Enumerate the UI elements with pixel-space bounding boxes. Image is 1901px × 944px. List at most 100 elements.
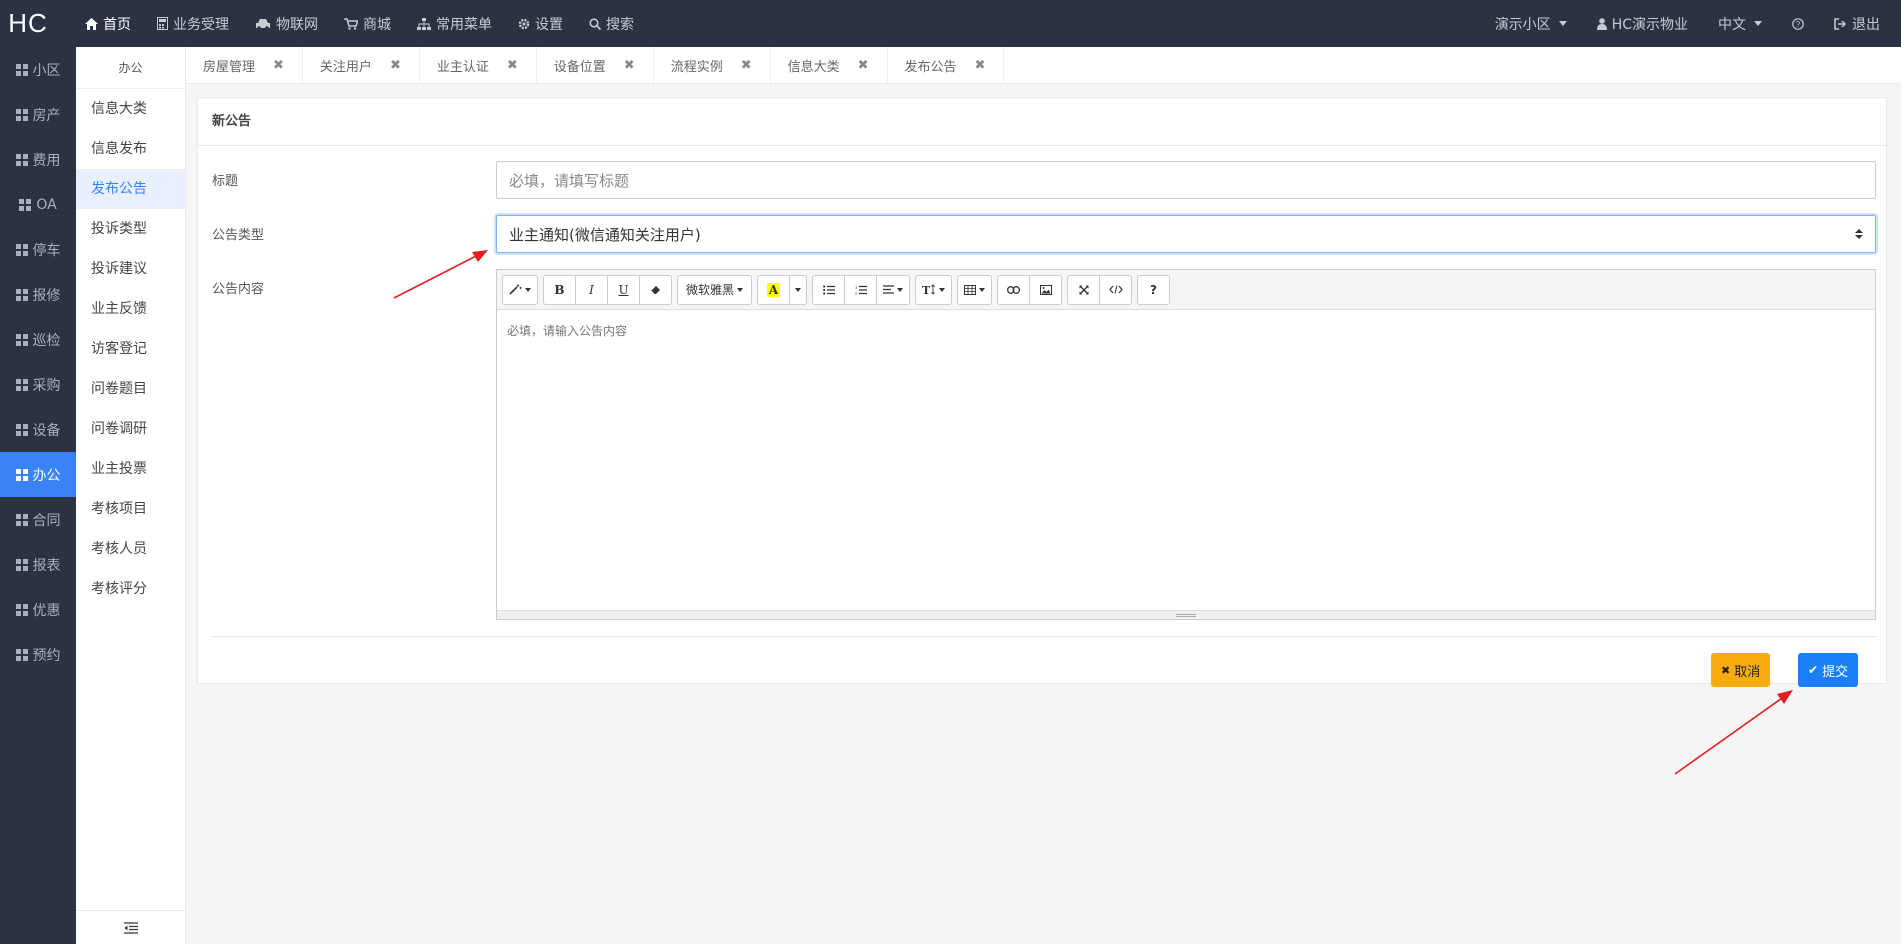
sidebar-item-inspection[interactable]: 巡检 [0, 317, 76, 362]
tab-followers[interactable]: 关注用户 ✖ [303, 47, 420, 83]
tab-publish-notice[interactable]: 发布公告 ✖ [888, 47, 1005, 83]
submenu-item[interactable]: 考核评分 [76, 569, 185, 609]
language-dropdown[interactable]: 中文 [1703, 14, 1777, 34]
notice-type-select[interactable]: 业主通知(微信通知关注用户) [496, 215, 1876, 253]
nav-search[interactable]: 搜索 [576, 0, 647, 47]
nav-common-menu[interactable]: 常用菜单 [404, 0, 505, 47]
question-circle-icon: ? [1792, 17, 1804, 30]
clear-format-button[interactable] [639, 274, 672, 305]
submit-label: 提交 [1822, 664, 1849, 680]
editor-resize-handle[interactable] [497, 610, 1875, 619]
submit-button[interactable]: ✔ 提交 [1798, 653, 1859, 687]
bold-button[interactable]: B [543, 274, 576, 305]
user-menu[interactable]: HC演示物业 [1582, 14, 1703, 34]
submenu-item[interactable]: 信息发布 [76, 129, 185, 169]
sidebar-item-appointment[interactable]: 预约 [0, 632, 76, 677]
sidebar-item-oa[interactable]: OA [0, 182, 76, 227]
sidebar-item-community[interactable]: 小区 [0, 47, 76, 92]
line-height-dropdown[interactable]: T [915, 274, 953, 305]
nav-iot[interactable]: 物联网 [242, 0, 331, 47]
sidebar-item-contract[interactable]: 合同 [0, 497, 76, 542]
close-icon[interactable]: ✖ [390, 58, 401, 73]
nav-settings[interactable]: 设置 [505, 0, 576, 47]
close-icon[interactable]: ✖ [975, 58, 986, 73]
table-dropdown[interactable] [957, 274, 993, 305]
sidebar-item-property[interactable]: 房产 [0, 92, 76, 137]
chevron-down-icon [795, 287, 802, 292]
nav-mall[interactable]: 商城 [331, 0, 404, 47]
sidebar-item-device[interactable]: 设备 [0, 407, 76, 452]
text-color-button[interactable]: A [757, 274, 791, 305]
cancel-button[interactable]: ✖ 取消 [1711, 653, 1771, 687]
submenu-item[interactable]: 考核项目 [76, 489, 185, 529]
tab-process-instance[interactable]: 流程实例 ✖ [654, 47, 771, 83]
submenu-item[interactable]: 业主投票 [76, 449, 185, 489]
main-sidebar: 小区 房产 费用 OA 停车 报修 巡检 采购 设备 办公 合同 报表 优惠 预… [0, 47, 76, 944]
grid-icon [15, 243, 28, 256]
text-height-icon: T [922, 284, 935, 295]
font-family-dropdown[interactable]: 微软雅黑 [677, 274, 753, 305]
sidebar-item-label: 设备 [32, 422, 61, 439]
sidebar-item-fee[interactable]: 费用 [0, 137, 76, 182]
submenu-item[interactable]: 问卷调研 [76, 409, 185, 449]
rich-text-editor: B I U 微软雅黑 A 1 2 T ? 必填，请输入公告内容 [496, 269, 1876, 620]
sidebar-item-repair[interactable]: 报修 [0, 272, 76, 317]
code-view-button[interactable] [1099, 274, 1133, 305]
sidebar-item-report[interactable]: 报表 [0, 542, 76, 587]
submenu-item[interactable]: 考核人员 [76, 529, 185, 569]
submenu-item[interactable]: 信息大类 [76, 89, 185, 129]
title-input[interactable]: 必填，请填写标题 [496, 161, 1876, 199]
help-button[interactable]: ? [1137, 274, 1171, 305]
help-button[interactable]: ? [1777, 17, 1819, 30]
grid-icon [15, 603, 28, 616]
tab-label: 关注用户 [319, 59, 372, 75]
sitemap-icon [417, 17, 431, 30]
ordered-list-button[interactable]: 12 [844, 274, 878, 305]
tab-house-management[interactable]: 房屋管理 ✖ [186, 47, 303, 83]
submenu-item[interactable]: 访客登记 [76, 329, 185, 369]
grid-icon [15, 108, 28, 121]
list-ul-icon [822, 284, 835, 295]
new-notice-panel: 新公告 标题 必填，请填写标题 公告类型 业主通知(微信通知关注用户) 公告内容… [197, 97, 1887, 684]
style-button[interactable] [502, 274, 538, 305]
paragraph-align-dropdown[interactable] [876, 274, 911, 305]
underline-button[interactable]: U [607, 274, 640, 305]
svg-text:T: T [922, 284, 931, 295]
submenu-item[interactable]: 业主反馈 [76, 289, 185, 329]
nav-home[interactable]: 首页 [72, 0, 144, 47]
nav-business[interactable]: 业务受理 [144, 0, 242, 47]
color-dropdown-button[interactable] [789, 274, 808, 305]
submenu-item[interactable]: 问卷题目 [76, 369, 185, 409]
tab-info-category[interactable]: 信息大类 ✖ [771, 47, 888, 83]
sidebar-item-office[interactable]: 办公 [0, 452, 76, 497]
sidebar-item-discount[interactable]: 优惠 [0, 587, 76, 632]
cancel-label: 取消 [1734, 664, 1761, 680]
app-logo[interactable]: HC [0, 8, 56, 39]
sign-out-icon [1834, 17, 1847, 30]
submenu-item[interactable]: 投诉建议 [76, 249, 185, 289]
tab-device-location[interactable]: 设备位置 ✖ [537, 47, 654, 83]
close-icon[interactable]: ✖ [624, 58, 635, 73]
submenu-item[interactable]: 投诉类型 [76, 209, 185, 249]
chevron-down-icon [1558, 21, 1567, 26]
top-navbar: HC 首页 业务受理 物联网 商城 常用菜单 设置 搜索 演示小区 HC演示物业… [0, 0, 1901, 47]
collapse-menu-button[interactable] [76, 910, 186, 944]
sidebar-item-purchase[interactable]: 采购 [0, 362, 76, 407]
close-icon[interactable]: ✖ [507, 58, 518, 73]
community-dropdown[interactable]: 演示小区 [1480, 14, 1582, 34]
insert-link-button[interactable] [997, 274, 1031, 305]
form-divider [212, 636, 1876, 637]
close-icon[interactable]: ✖ [273, 58, 284, 73]
insert-image-button[interactable] [1029, 274, 1063, 305]
unordered-list-button[interactable] [812, 274, 846, 305]
submenu-item-active[interactable]: 发布公告 [76, 169, 185, 209]
logout-button[interactable]: 退出 [1819, 14, 1895, 34]
close-icon[interactable]: ✖ [741, 58, 752, 73]
sidebar-item-parking[interactable]: 停车 [0, 227, 76, 272]
expand-icon [1079, 285, 1089, 294]
fullscreen-button[interactable] [1067, 274, 1101, 305]
editor-content-area[interactable]: 必填，请输入公告内容 [497, 310, 1875, 610]
italic-button[interactable]: I [575, 274, 608, 305]
close-icon[interactable]: ✖ [858, 58, 869, 73]
tab-owner-auth[interactable]: 业主认证 ✖ [420, 47, 537, 83]
